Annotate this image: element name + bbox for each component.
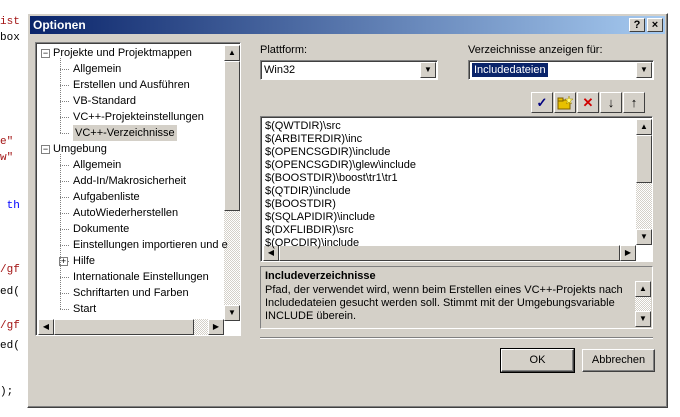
list-vertical-scrollbar[interactable]: ▲ ▼ bbox=[636, 119, 652, 245]
code-line: box bbox=[0, 32, 20, 44]
cancel-button[interactable]: Abbrechen bbox=[582, 349, 655, 372]
code-line: ed( bbox=[0, 340, 20, 352]
tree-group[interactable]: Projekte und Projektmappen bbox=[53, 45, 192, 61]
tree-item[interactable]: Aufgabenliste bbox=[73, 189, 140, 205]
code-line: /gf bbox=[0, 264, 20, 276]
tree-item[interactable]: VC++-Projekteinstellungen bbox=[73, 109, 204, 125]
platform-label: Plattform: bbox=[260, 44, 308, 56]
directory-list-item[interactable]: $(QWTDIR)\src bbox=[265, 120, 341, 133]
platform-value: Win32 bbox=[264, 64, 296, 76]
tree-connector bbox=[60, 197, 69, 198]
scroll-right-arrow-icon[interactable]: ▶ bbox=[620, 245, 636, 261]
tree-item[interactable]: Schriftarten und Farben bbox=[73, 285, 189, 301]
move-down-icon[interactable]: ↓ bbox=[600, 92, 622, 113]
tree-item[interactable]: VC++-Verzeichnisse bbox=[73, 125, 177, 141]
tree-item[interactable]: Start bbox=[73, 301, 96, 317]
tree-connector bbox=[60, 117, 69, 118]
dialog-title: Optionen bbox=[33, 18, 86, 32]
tree-connector bbox=[60, 277, 69, 278]
close-button[interactable]: × bbox=[647, 18, 663, 32]
tree-horizontal-scrollbar[interactable]: ◀ ▶ bbox=[38, 319, 224, 335]
chevron-down-icon[interactable]: ▼ bbox=[420, 62, 436, 78]
tree-connector bbox=[60, 229, 69, 230]
description-scrollbar[interactable]: ▲ ▼ bbox=[635, 281, 651, 327]
tree-connector bbox=[60, 58, 61, 133]
tree-item[interactable]: Dokumente bbox=[73, 221, 129, 237]
help-button[interactable]: ? bbox=[629, 18, 645, 32]
tree-connector bbox=[60, 213, 69, 214]
tree-group[interactable]: Umgebung bbox=[53, 141, 107, 157]
code-line: ); bbox=[0, 386, 14, 398]
tree-connector bbox=[60, 293, 69, 294]
directory-list-item[interactable]: $(OPENCSGDIR)\include bbox=[265, 146, 390, 159]
chevron-down-icon[interactable]: ▼ bbox=[636, 62, 652, 78]
directories-for-value: Includedateien bbox=[472, 63, 548, 77]
code-line: ist bbox=[0, 16, 20, 28]
directory-list-item[interactable]: $(DXFLIBDIR)\src bbox=[265, 224, 354, 237]
tree-connector bbox=[60, 165, 69, 166]
dialog-titlebar: Optionen ? × bbox=[30, 16, 665, 34]
tree-item[interactable]: Allgemein bbox=[73, 61, 121, 77]
move-up-icon[interactable]: ↑ bbox=[623, 92, 645, 113]
tree-item[interactable]: VB-Standard bbox=[73, 93, 136, 109]
code-line: w" bbox=[0, 152, 14, 164]
tree-connector bbox=[60, 101, 69, 102]
code-line: /gf bbox=[0, 320, 20, 332]
scroll-up-arrow-icon[interactable]: ▲ bbox=[224, 45, 240, 61]
scroll-down-arrow-icon[interactable]: ▼ bbox=[224, 305, 240, 321]
tree-item[interactable]: Internationale Einstellungen bbox=[73, 269, 209, 285]
tree-connector bbox=[60, 181, 69, 182]
separator bbox=[260, 337, 653, 339]
scroll-up-arrow-icon[interactable]: ▲ bbox=[636, 119, 652, 135]
tree-item[interactable]: Hilfe bbox=[73, 253, 95, 269]
tree-connector bbox=[60, 133, 69, 134]
delete-icon[interactable]: ✕ bbox=[577, 92, 599, 113]
tree-item[interactable]: AutoWiederherstellen bbox=[73, 205, 178, 221]
tree-item[interactable]: Allgemein bbox=[73, 157, 121, 173]
directory-list-item[interactable]: $(OPCDIR)\include bbox=[265, 237, 359, 250]
directories-for-select[interactable]: Includedateien ▼ bbox=[468, 60, 654, 80]
tree-connector bbox=[60, 245, 69, 246]
tree-connector bbox=[60, 309, 69, 310]
tree-scroll-thumb[interactable] bbox=[224, 61, 240, 211]
tree-item[interactable]: Erstellen und Ausführen bbox=[73, 77, 190, 93]
list-scroll-thumb[interactable] bbox=[636, 135, 652, 183]
tree-item[interactable]: Einstellungen importieren und e bbox=[73, 237, 228, 253]
new-folder-icon[interactable] bbox=[554, 92, 576, 113]
code-line: th bbox=[0, 200, 20, 212]
tree-vertical-scrollbar[interactable]: ▲ ▼ bbox=[224, 45, 240, 321]
tree-item[interactable]: Add-In/Makrosicherheit bbox=[73, 173, 186, 189]
scroll-up-arrow-icon[interactable]: ▲ bbox=[635, 281, 651, 297]
directories-for-label: Verzeichnisse anzeigen für: bbox=[468, 44, 603, 56]
check-icon[interactable]: ✓ bbox=[531, 92, 553, 113]
platform-select[interactable]: Win32 ▼ bbox=[260, 60, 438, 80]
scroll-down-arrow-icon[interactable]: ▼ bbox=[635, 311, 651, 327]
description-panel: Includeverzeichnisse Pfad, der verwendet… bbox=[260, 266, 653, 329]
tree-collapse-icon[interactable]: − bbox=[41, 49, 50, 58]
directory-list-item[interactable]: $(SQLAPIDIR)\include bbox=[265, 211, 375, 224]
tree-connector bbox=[60, 69, 69, 70]
description-text: Pfad, der verwendet wird, wenn beim Erst… bbox=[265, 284, 623, 322]
directory-list-item[interactable]: $(QTDIR)\include bbox=[265, 185, 351, 198]
directory-list-item[interactable]: $(BOOSTDIR) bbox=[265, 198, 336, 211]
options-dialog: Optionen ? × ▲ ▼ ◀ ▶ − Projekte und Proje… bbox=[27, 13, 668, 408]
code-line: ed( bbox=[0, 286, 20, 298]
scroll-right-arrow-icon[interactable]: ▶ bbox=[208, 319, 224, 335]
directory-list[interactable]: ▲ ▼ ◀ ▶ $(QWTDIR)\src $(ARBITERDIR)\inc $(… bbox=[260, 116, 653, 262]
scroll-left-arrow-icon[interactable]: ◀ bbox=[38, 319, 54, 335]
scroll-down-arrow-icon[interactable]: ▼ bbox=[636, 229, 652, 245]
tree-connector bbox=[60, 154, 61, 309]
directory-list-item[interactable]: $(OPENCSGDIR)\glew\include bbox=[265, 159, 416, 172]
directory-list-item[interactable]: $(BOOSTDIR)\boost\tr1\tr1 bbox=[265, 172, 398, 185]
tree-hscroll-thumb[interactable] bbox=[54, 319, 194, 335]
options-tree[interactable]: ▲ ▼ ◀ ▶ − Projekte und Projektmappen Allge… bbox=[35, 42, 241, 336]
code-line: e" bbox=[0, 136, 14, 148]
ok-button[interactable]: OK bbox=[500, 348, 575, 373]
description-title: Includeverzeichnisse bbox=[265, 270, 376, 282]
tree-collapse-icon[interactable]: − bbox=[41, 145, 50, 154]
tree-connector bbox=[60, 85, 69, 86]
directory-list-item[interactable]: $(ARBITERDIR)\inc bbox=[265, 133, 362, 146]
